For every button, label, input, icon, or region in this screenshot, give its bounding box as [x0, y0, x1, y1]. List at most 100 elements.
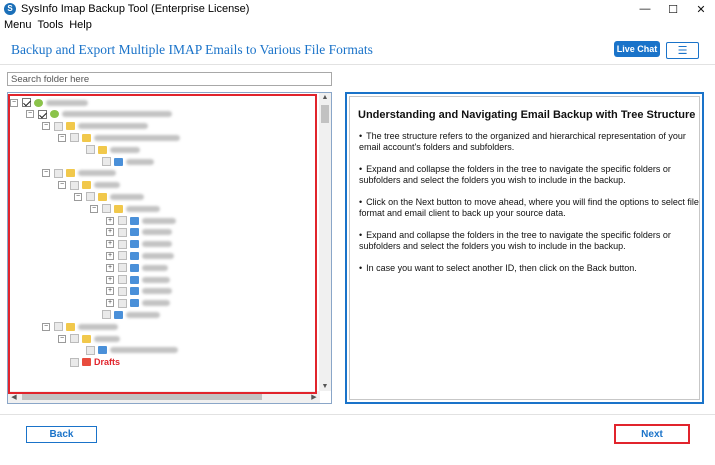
folder-checkbox[interactable]	[70, 133, 79, 143]
scroll-up-icon[interactable]: ▲	[319, 94, 331, 101]
tree-row[interactable]	[90, 309, 160, 320]
scroll-down-icon[interactable]: ▼	[319, 383, 331, 390]
collapse-icon[interactable]: −	[74, 192, 82, 201]
tree-row[interactable]: −	[74, 191, 144, 202]
horizontal-scroll-thumb[interactable]	[22, 394, 262, 400]
folder-checkbox[interactable]	[118, 227, 127, 237]
tree-row[interactable]: +	[106, 227, 172, 238]
folder-checkbox[interactable]	[70, 334, 79, 343]
tree-row[interactable]	[74, 144, 140, 155]
expand-icon[interactable]: +	[106, 228, 114, 237]
tree-row[interactable]: −	[42, 121, 148, 132]
collapse-icon[interactable]: −	[42, 169, 50, 178]
next-button[interactable]: Next	[614, 424, 690, 444]
tree-row[interactable]	[74, 345, 178, 356]
tree-row[interactable]: −	[58, 180, 120, 191]
info-title: Understanding and Navigating Email Backu…	[358, 109, 696, 121]
folder-checkbox[interactable]	[102, 204, 111, 214]
folder-label	[94, 182, 120, 189]
folder-checkbox[interactable]	[54, 168, 63, 178]
collapse-icon[interactable]: −	[26, 110, 34, 119]
tree-row[interactable]	[90, 156, 154, 167]
scroll-left-icon[interactable]: ◀	[8, 393, 20, 401]
tree-row[interactable]: −	[42, 168, 116, 179]
folder-checkbox[interactable]	[70, 180, 79, 190]
hamburger-menu-button[interactable]: ☰	[666, 42, 699, 59]
folder-checkbox[interactable]	[118, 275, 127, 284]
scroll-right-icon[interactable]: ▶	[308, 393, 320, 401]
tree-row[interactable]: −	[10, 97, 88, 108]
expand-icon[interactable]: +	[106, 263, 114, 272]
folder-label	[126, 158, 154, 165]
folder-checkbox[interactable]	[118, 251, 127, 261]
collapse-icon[interactable]: −	[58, 181, 66, 190]
tree-horizontal-scrollbar[interactable]: ◀ ▶	[8, 391, 320, 403]
tree-row[interactable]: +	[106, 286, 172, 297]
collapse-icon[interactable]: −	[58, 133, 66, 142]
collapse-icon[interactable]: −	[90, 204, 98, 213]
expand-icon[interactable]: +	[106, 287, 114, 296]
folder-checkbox[interactable]	[38, 109, 47, 119]
live-chat-button[interactable]: Live Chat	[614, 41, 660, 57]
folder-label	[110, 347, 178, 354]
tree-row[interactable]: +	[106, 239, 172, 250]
collapse-icon[interactable]: −	[42, 322, 50, 331]
tree-row[interactable]: +	[106, 298, 170, 309]
folder-label	[62, 111, 172, 118]
expand-icon[interactable]: +	[106, 216, 114, 225]
collapse-icon[interactable]: −	[42, 122, 50, 131]
menu-item-help[interactable]: Help	[66, 19, 95, 31]
folder-label	[94, 335, 120, 342]
expand-icon[interactable]: +	[106, 240, 114, 249]
folder-label	[142, 276, 170, 283]
folder-icon	[114, 157, 123, 166]
collapse-icon[interactable]: −	[58, 334, 66, 343]
back-button[interactable]: Back	[26, 426, 97, 443]
tree-row[interactable]: −	[42, 321, 118, 332]
close-button[interactable]: ✕	[687, 0, 715, 18]
folder-tree-panel[interactable]: − − − − − − − − + + + + + + + + − − Drafts ▲ ▼ ◀ ▶	[7, 92, 332, 404]
folder-label	[94, 134, 180, 141]
tree-vertical-scrollbar[interactable]: ▲ ▼	[319, 93, 331, 391]
folder-checkbox[interactable]	[70, 357, 79, 367]
folder-checkbox[interactable]	[102, 157, 111, 166]
tree-row[interactable]: −	[58, 132, 180, 143]
expand-icon[interactable]: +	[106, 251, 114, 260]
expand-icon[interactable]: +	[106, 275, 114, 284]
minimize-button[interactable]: —	[631, 0, 659, 18]
folder-checkbox[interactable]	[86, 345, 95, 355]
folder-checkbox[interactable]	[86, 145, 95, 155]
hamburger-icon: ☰	[677, 45, 688, 57]
menu-item-menu[interactable]: Menu	[0, 19, 35, 31]
folder-label	[142, 264, 168, 271]
folder-checkbox[interactable]	[86, 192, 95, 202]
maximize-button[interactable]: ☐	[659, 0, 687, 18]
expand-icon[interactable]: +	[106, 299, 114, 308]
tree-row[interactable]: +	[106, 250, 174, 261]
folder-checkbox[interactable]	[118, 239, 127, 249]
menu-item-tools[interactable]: Tools	[35, 19, 67, 31]
folder-checkbox[interactable]	[118, 216, 127, 225]
folder-icon	[98, 346, 107, 355]
folder-checkbox[interactable]	[118, 286, 127, 296]
folder-checkbox[interactable]	[54, 322, 63, 332]
tree-row[interactable]: +	[106, 274, 170, 285]
folder-checkbox[interactable]	[22, 98, 31, 107]
folder-checkbox[interactable]	[102, 310, 111, 320]
tree-row[interactable]: +	[106, 215, 176, 226]
tree-row[interactable]: +	[106, 262, 168, 273]
tree-row[interactable]: −	[90, 203, 160, 214]
vertical-scroll-thumb[interactable]	[321, 105, 329, 123]
tree-row[interactable]: −	[26, 109, 172, 120]
tree-row[interactable]: Drafts	[58, 357, 120, 368]
tree-row[interactable]: −	[58, 333, 120, 344]
search-folder-input[interactable]	[7, 72, 332, 86]
collapse-icon[interactable]: −	[10, 98, 18, 107]
folder-icon	[82, 358, 91, 367]
folder-icon	[130, 299, 139, 308]
folder-checkbox[interactable]	[118, 298, 127, 308]
info-list: The tree structure refers to the organiz…	[359, 131, 699, 285]
folder-checkbox[interactable]	[118, 263, 127, 273]
info-panel-inner: Understanding and Navigating Email Backu…	[349, 96, 700, 400]
folder-checkbox[interactable]	[54, 121, 63, 131]
